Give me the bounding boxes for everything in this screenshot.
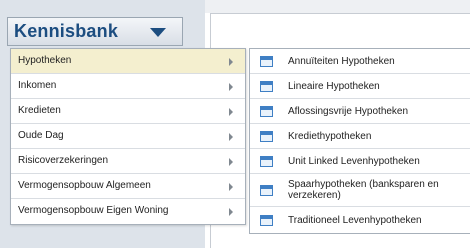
- chevron-right-icon: [229, 158, 233, 166]
- submenu-item-krediethypotheken[interactable]: Krediethypotheken: [250, 124, 470, 149]
- menu-item-label: Hypotheken: [18, 55, 72, 66]
- document-icon: [260, 214, 273, 226]
- chevron-right-icon: [229, 83, 233, 91]
- submenu-item-label: Spaarhypotheken (banksparen en verzekere…: [288, 179, 439, 201]
- submenu-item-spaarhypotheken[interactable]: Spaarhypotheken (banksparen en verzekere…: [250, 174, 470, 207]
- kennisbank-menu: Hypotheken Inkomen Kredieten Oude Dag Ri…: [10, 48, 246, 225]
- submenu-item-label: Unit Linked Levenhypotheken: [288, 155, 420, 167]
- submenu-item-annuiteiten[interactable]: Annuïteiten Hypotheken: [250, 49, 470, 74]
- menu-item-label: Vermogensopbouw Algemeen: [18, 180, 151, 191]
- submenu-item-unit-linked[interactable]: Unit Linked Levenhypotheken: [250, 149, 470, 174]
- menu-item-risicoverzekeringen[interactable]: Risicoverzekeringen: [11, 149, 245, 174]
- document-icon: [260, 155, 273, 167]
- submenu-item-traditioneel[interactable]: Traditioneel Levenhypotheken: [250, 207, 470, 233]
- submenu-item-aflossingsvrije[interactable]: Aflossingsvrije Hypotheken: [250, 99, 470, 124]
- menu-item-vermogensopbouw-algemeen[interactable]: Vermogensopbouw Algemeen: [11, 174, 245, 199]
- menu-item-vermogensopbouw-eigen-woning[interactable]: Vermogensopbouw Eigen Woning: [11, 199, 245, 224]
- menu-item-label: Kredieten: [18, 105, 61, 116]
- chevron-right-icon: [229, 58, 233, 66]
- submenu-item-label: Lineaire Hypotheken: [288, 80, 380, 92]
- submenu-item-label: Aflossingsvrije Hypotheken: [288, 105, 409, 117]
- menu-item-label: Vermogensopbouw Eigen Woning: [18, 205, 169, 216]
- hypotheken-submenu: Annuïteiten Hypotheken Lineaire Hypothek…: [249, 48, 470, 234]
- menu-item-kredieten[interactable]: Kredieten: [11, 99, 245, 124]
- top-strip: [205, 0, 470, 13]
- kennisbank-title: Kennisbank: [14, 21, 119, 41]
- document-icon: [260, 55, 273, 67]
- menu-item-inkomen[interactable]: Inkomen: [11, 74, 245, 99]
- submenu-item-lineaire[interactable]: Lineaire Hypotheken: [250, 74, 470, 99]
- document-icon: [260, 80, 273, 92]
- submenu-item-label: Traditioneel Levenhypotheken: [288, 214, 422, 226]
- kennisbank-dropdown-button[interactable]: Kennisbank: [7, 17, 183, 46]
- submenu-item-label: Annuïteiten Hypotheken: [288, 55, 395, 67]
- document-icon: [260, 105, 273, 117]
- menu-item-label: Risicoverzekeringen: [18, 155, 109, 166]
- document-icon: [260, 184, 273, 196]
- chevron-right-icon: [229, 133, 233, 141]
- document-icon: [260, 130, 273, 142]
- chevron-down-icon: [150, 28, 166, 37]
- menu-item-hypotheken[interactable]: Hypotheken: [11, 49, 245, 74]
- chevron-right-icon: [229, 108, 233, 116]
- menu-item-label: Oude Dag: [18, 130, 64, 141]
- chevron-right-icon: [229, 183, 233, 191]
- chevron-right-icon: [229, 208, 233, 216]
- menu-item-label: Inkomen: [18, 80, 57, 91]
- submenu-item-label: Krediethypotheken: [288, 130, 372, 142]
- menu-item-oude-dag[interactable]: Oude Dag: [11, 124, 245, 149]
